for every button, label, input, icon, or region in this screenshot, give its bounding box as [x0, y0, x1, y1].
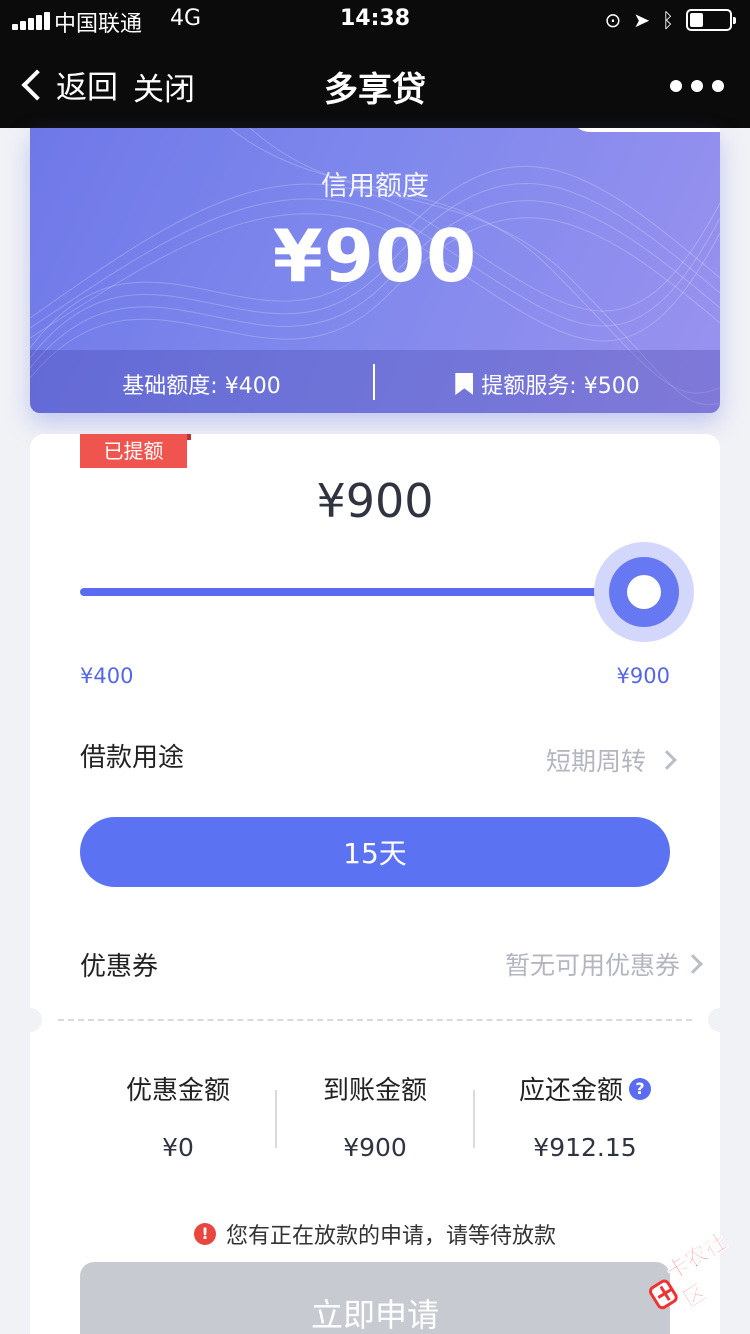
more-dot-icon [691, 80, 703, 92]
amount-slider-track[interactable] [80, 588, 646, 596]
term-15-days-button[interactable]: 15天 [80, 817, 670, 887]
coupon-selector[interactable]: 暂无可用优惠券 [504, 946, 703, 982]
page-title: 多享贷 [324, 70, 426, 110]
card-quota-strip: 基础额度: ¥400 提额服务: ¥500 [30, 350, 720, 413]
apply-now-button[interactable]: 立即申请 [80, 1262, 670, 1334]
bookmark-icon [455, 373, 474, 395]
boost-service[interactable]: 提额服务: ¥500 [375, 368, 720, 400]
chevron-right-icon [657, 750, 677, 770]
coupon-value: 暂无可用优惠券 [504, 951, 680, 980]
purpose-value: 短期周转 [545, 747, 646, 776]
received-amount-stat: 到账金额 ¥900 [295, 1070, 455, 1162]
credit-limit-label: 信用额度 [321, 171, 429, 202]
boosted-badge: 已提额 [80, 434, 191, 468]
credit-limit-amount: ¥900 [272, 214, 478, 298]
status-bar: 中国联通 4G 14:38 ⊙ ➤ ᛒ [0, 0, 750, 40]
dashed-divider [58, 1019, 692, 1021]
repay-amount-value: ¥912.15 [533, 1133, 637, 1162]
chevron-right-icon [683, 954, 703, 974]
purpose-label: 借款用途 [80, 743, 185, 773]
repay-amount-label: 应还金额 [518, 1076, 623, 1106]
boost-service-label: 提额服务: ¥500 [481, 374, 640, 399]
pending-loan-notice: ! 您有正在放款的申请，请等待放款 [30, 1218, 720, 1250]
card-tab-decoration [570, 128, 720, 132]
notice-text: 您有正在放款的申请，请等待放款 [225, 1224, 556, 1249]
top-bar: 中国联通 4G 14:38 ⊙ ➤ ᛒ 返回 关闭 多享贷 [0, 0, 750, 128]
discount-amount-label: 优惠金额 [125, 1076, 230, 1106]
status-icons: ⊙ ➤ ᛒ [604, 6, 736, 34]
loan-amount: ¥900 [316, 474, 434, 528]
purpose-selector[interactable]: 短期周转 [545, 742, 677, 778]
slider-min-label: ¥400 [80, 664, 134, 688]
help-icon[interactable]: ? [629, 1077, 651, 1100]
amount-slider-thumb[interactable] [609, 557, 679, 627]
loan-panel: 已提额 ¥900 ¥400 ¥900 借款用途 短期周转 15天 优惠券 暂无可… [18, 434, 732, 1334]
orientation-lock-icon: ⊙ [604, 8, 622, 32]
ticket-notch-right [708, 1008, 732, 1032]
credit-card: 信用额度 ¥900 基础额度: ¥400 提额服务: ¥500 [30, 128, 720, 413]
navigation-bar: 返回 关闭 多享贷 [0, 44, 750, 128]
received-amount-label: 到账金额 [322, 1076, 427, 1106]
slider-max-label: ¥900 [616, 664, 670, 688]
ticket-notch-left [18, 1008, 42, 1032]
bluetooth-icon: ᛒ [662, 8, 674, 32]
location-icon: ➤ [633, 8, 650, 32]
coupon-label: 优惠券 [80, 952, 159, 982]
repay-amount-stat: 应还金额 ? ¥912.15 [500, 1070, 670, 1162]
more-menu-button[interactable] [670, 80, 724, 92]
base-quota: 基础额度: ¥400 [122, 374, 281, 399]
battery-icon [686, 9, 736, 31]
discount-amount-value: ¥0 [162, 1133, 194, 1162]
stat-divider [275, 1090, 277, 1148]
more-dot-icon [712, 80, 724, 92]
stat-divider [473, 1090, 475, 1148]
more-dot-icon [670, 80, 682, 92]
discount-amount-stat: 优惠金额 ¥0 [98, 1070, 258, 1162]
received-amount-value: ¥900 [343, 1133, 407, 1162]
warning-icon: ! [193, 1223, 216, 1245]
